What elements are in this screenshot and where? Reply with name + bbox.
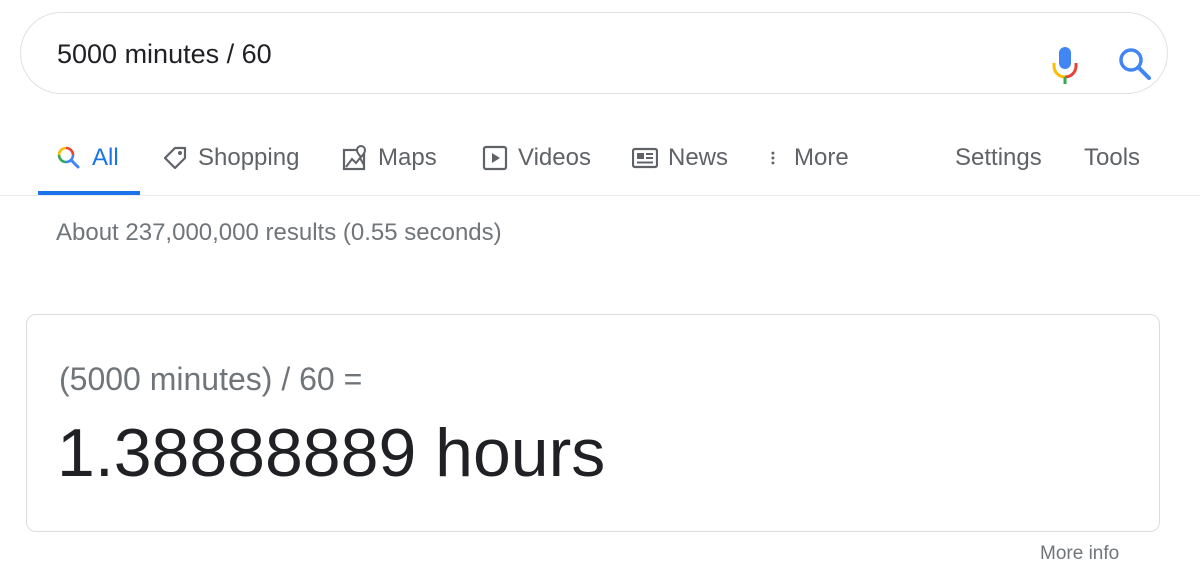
tag-icon — [163, 146, 187, 169]
tab-all-label: All — [92, 143, 119, 171]
vertical-dots-icon — [771, 151, 775, 164]
tab-shopping-label: Shopping — [198, 143, 300, 171]
tab-more-label: More — [794, 143, 849, 171]
google-search-icon — [57, 146, 80, 168]
search-tabs: All Shopping Maps Videos News More Setti… — [0, 120, 1200, 196]
play-icon — [482, 145, 508, 170]
tab-more[interactable]: More — [768, 120, 849, 195]
tab-maps[interactable]: Maps — [342, 120, 437, 195]
tab-news[interactable]: News — [632, 120, 728, 195]
more-info-link[interactable]: More info — [1040, 543, 1119, 565]
microphone-icon[interactable] — [1049, 45, 1081, 85]
calculator-result: 1.38888889 hours — [57, 415, 606, 491]
tab-shopping[interactable]: Shopping — [162, 120, 299, 195]
settings-label: Settings — [955, 143, 1042, 171]
tab-maps-label: Maps — [378, 143, 437, 171]
map-pin-icon — [342, 144, 367, 170]
search-box[interactable] — [20, 12, 1168, 94]
search-results-page: All Shopping Maps Videos — [0, 0, 1200, 588]
tab-news-label: News — [668, 143, 729, 171]
result-stats: About 237,000,000 results (0.55 seconds) — [56, 219, 502, 246]
settings-button[interactable]: Settings — [955, 120, 1042, 195]
tab-videos[interactable]: Videos — [482, 120, 591, 195]
search-input[interactable] — [57, 35, 1017, 73]
newspaper-icon — [632, 147, 658, 168]
calculator-expression: (5000 minutes) / 60 = — [59, 361, 363, 397]
tools-button[interactable]: Tools — [1084, 120, 1140, 195]
tab-videos-label: Videos — [518, 143, 591, 171]
calculator-card: (5000 minutes) / 60 = 1.38888889 hours — [26, 314, 1160, 532]
tools-label: Tools — [1084, 143, 1141, 171]
search-icon[interactable] — [1117, 46, 1153, 82]
tab-all[interactable]: All — [38, 120, 140, 195]
